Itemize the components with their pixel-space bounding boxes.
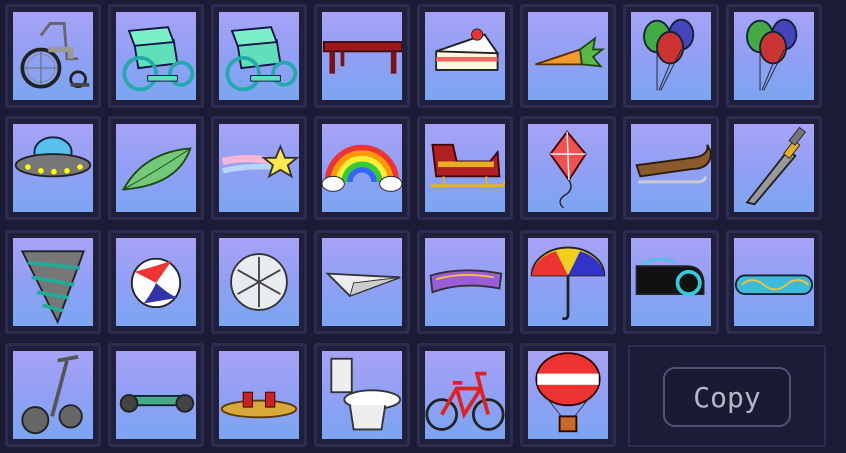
green-wheelchair-icon: [225, 26, 298, 92]
item-slot-beach-ball[interactable]: [108, 230, 204, 334]
umbrella-icon: [530, 246, 606, 321]
item-slot-snowflake-shield[interactable]: [211, 230, 307, 334]
leaf-icon: [121, 147, 192, 191]
item-slot-segway[interactable]: [5, 343, 101, 447]
sleigh-icon: [430, 143, 505, 188]
drill-icon: [20, 250, 86, 325]
item-slot-light-cycle[interactable]: [623, 230, 719, 334]
toboggan-icon: [635, 144, 711, 184]
sword-icon: [745, 126, 806, 206]
paper-plane-icon: [325, 272, 401, 298]
item-slot-magic-carpet[interactable]: [417, 230, 513, 334]
item-slot-umbrella[interactable]: [520, 230, 616, 334]
hoverboard-scooter-icon: [119, 394, 195, 413]
rainbow-icon: [322, 144, 402, 192]
copy-button[interactable]: Copy: [663, 367, 791, 427]
item-slot-cake-slice[interactable]: [417, 4, 513, 108]
item-slot-balloons-2[interactable]: [726, 4, 822, 108]
item-slot-sleigh[interactable]: [417, 116, 513, 220]
item-slot-bench[interactable]: [314, 4, 410, 108]
item-slot-wheelchair[interactable]: [5, 4, 101, 108]
segway-icon: [21, 355, 83, 435]
green-wheelchair-icon: [122, 26, 195, 92]
item-slot-carrot[interactable]: [520, 4, 616, 108]
beach-ball-icon: [130, 257, 182, 309]
item-slot-rocket-boots[interactable]: [211, 343, 307, 447]
balloons-icon: [746, 18, 798, 91]
wheelchair-icon: [20, 22, 90, 89]
snowflake-shield-icon: [230, 253, 288, 311]
bicycle-icon: [425, 371, 505, 431]
item-slot-bicycle[interactable]: [417, 343, 513, 447]
item-slot-green-wheelchair-2[interactable]: [211, 4, 307, 108]
item-slot-drill[interactable]: [5, 230, 101, 334]
item-slot-shooting-star[interactable]: [211, 116, 307, 220]
bench-icon: [322, 41, 402, 74]
copy-panel: Copy: [628, 345, 826, 447]
item-slot-leaf[interactable]: [108, 116, 204, 220]
magic-carpet-icon: [429, 269, 503, 294]
light-cycle-icon: [635, 258, 705, 296]
kite-icon: [549, 130, 587, 209]
hoverboard-icon: [734, 274, 814, 296]
item-slot-sword[interactable]: [726, 116, 822, 220]
item-grid: Copy: [0, 0, 846, 453]
item-slot-toboggan[interactable]: [623, 116, 719, 220]
ufo-icon: [14, 136, 92, 178]
hot-air-balloon-icon: [535, 352, 601, 433]
item-slot-green-wheelchair[interactable]: [108, 4, 204, 108]
item-slot-paper-plane[interactable]: [314, 230, 410, 334]
item-slot-balloons[interactable]: [623, 4, 719, 108]
item-slot-rainbow[interactable]: [314, 116, 410, 220]
item-slot-ufo[interactable]: [5, 116, 101, 220]
toilet-icon: [330, 357, 402, 431]
shooting-star-icon: [221, 144, 299, 179]
cake-slice-icon: [435, 28, 500, 71]
carrot-icon: [535, 36, 606, 68]
item-slot-hoverboard[interactable]: [726, 230, 822, 334]
balloons-icon: [643, 18, 695, 91]
item-slot-hot-air-balloon[interactable]: [520, 343, 616, 447]
rocket-boots-icon: [220, 391, 298, 419]
item-slot-toilet[interactable]: [314, 343, 410, 447]
item-slot-kite[interactable]: [520, 116, 616, 220]
item-slot-hoverboard-scooter[interactable]: [108, 343, 204, 447]
